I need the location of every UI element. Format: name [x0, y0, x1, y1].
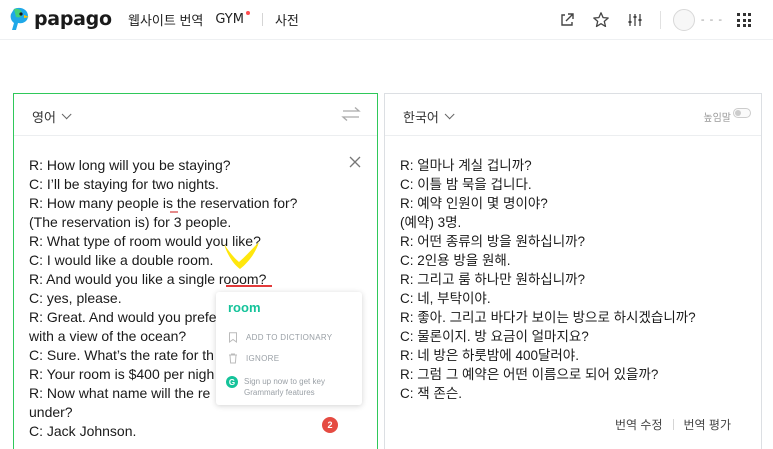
chevron-down-icon [61, 109, 72, 120]
grammarly-signup-link[interactable]: G Sign up now to get key Grammarly featu… [226, 376, 325, 398]
cursor-highlight-icon [224, 242, 259, 269]
target-line: R: 그리고 룸 하나만 원하십니까? [400, 272, 586, 287]
nav-website-translate[interactable]: 웹사이트 번역 [128, 10, 203, 29]
target-line: R: 예약 인원이 몇 명이야? [400, 196, 548, 211]
grammar-hint-underline[interactable] [170, 211, 178, 213]
avatar[interactable] [672, 9, 695, 31]
add-to-dictionary-label: ADD TO DICTIONARY [246, 333, 333, 342]
user-name[interactable]: - - - [701, 14, 723, 26]
target-panel: 한국어 높임말 R: 얼마나 계실 겁니까? C: 이틀 밤 묵을 겁니다. R… [384, 93, 762, 449]
source-line: C: I’ll be staying for two nights. [29, 176, 219, 192]
target-line: R: 네 방은 하룻밤에 400달러야. [400, 348, 579, 363]
source-line: C: I would like a double room. [29, 252, 214, 268]
chevron-down-icon [444, 109, 455, 120]
source-line: (The reservation is) for 3 people. [29, 214, 232, 230]
spelling-error-underline[interactable] [226, 285, 272, 287]
translation-actions: 번역 수정 번역 평가 [615, 416, 731, 433]
target-line: (예약) 3명. [400, 215, 462, 230]
star-icon[interactable] [590, 9, 612, 31]
ignore-label: IGNORE [246, 354, 280, 363]
grammarly-error-count-badge[interactable]: 2 [322, 417, 338, 433]
clear-text-icon[interactable] [349, 156, 361, 168]
rate-translation-button[interactable]: 번역 평가 [684, 416, 732, 433]
target-line: C: 이틀 밤 묵을 겁니다. [400, 177, 532, 192]
grammarly-suggestion[interactable]: room [228, 300, 261, 315]
apps-grid-icon[interactable] [737, 13, 751, 27]
edit-translation-button[interactable]: 번역 수정 [615, 416, 663, 433]
source-language-select[interactable]: 영어 [32, 107, 72, 126]
source-line: R: How many people is the reservation fo… [29, 195, 298, 211]
actions-divider [672, 419, 674, 430]
equalizer-icon[interactable] [624, 9, 646, 31]
source-line: under? [29, 404, 73, 420]
translation-output: R: 얼마나 계실 겁니까? C: 이틀 밤 묵을 겁니다. R: 예약 인원이… [400, 156, 696, 403]
target-language-label: 한국어 [403, 110, 439, 125]
target-line: R: 좋아. 그리고 바다가 보이는 방으로 하시겠습니까? [400, 310, 696, 325]
nav-gym[interactable]: GYM [215, 11, 250, 27]
target-panel-header: 한국어 높임말 [385, 94, 761, 136]
bookmark-icon [229, 332, 237, 343]
source-line: C: Jack Johnson. [29, 423, 137, 439]
source-line: R: What type of room would you like? [29, 233, 261, 249]
nav-dictionary[interactable]: 사전 [275, 10, 299, 29]
target-line: R: 그럼 그 예약은 어떤 이름으로 되어 있을까? [400, 367, 659, 382]
honorific-toggle[interactable] [733, 108, 751, 118]
papago-logo[interactable]: papago [10, 6, 112, 32]
target-line: R: 얼마나 계실 겁니까? [400, 158, 532, 173]
source-line-with-error: R: And would you like a single rooom? [29, 271, 267, 287]
grammarly-logo-icon: G [226, 376, 238, 388]
grammarly-signup-text: Sign up now to get key Grammarly feature… [244, 377, 325, 397]
trash-icon [229, 353, 237, 364]
target-language-select[interactable]: 한국어 [403, 107, 455, 126]
target-line: C: 잭 존슨. [400, 386, 463, 401]
logo-text: papago [34, 8, 112, 30]
top-header: papago 웹사이트 번역 GYM 사전 - - - [0, 0, 773, 40]
target-line: R: 어떤 종류의 방을 원하십니까? [400, 234, 586, 249]
honorific-label: 높임말 [703, 113, 731, 124]
source-panel-header: 영어 [14, 94, 377, 136]
main-nav: 웹사이트 번역 GYM 사전 [128, 10, 299, 29]
share-icon[interactable] [556, 9, 578, 31]
source-language-label: 영어 [32, 110, 56, 125]
ignore-button[interactable]: IGNORE [228, 353, 279, 364]
target-line: C: 물론이지. 방 요금이 얼마지요? [400, 329, 589, 344]
target-line: C: 2인용 방을 원해. [400, 253, 511, 268]
papago-logo-icon [10, 7, 29, 30]
nav-divider [261, 13, 263, 26]
nav-gym-label: GYM [215, 12, 244, 27]
target-line: C: 네, 부탁이야. [400, 291, 491, 306]
add-to-dictionary-button[interactable]: ADD TO DICTIONARY [228, 332, 332, 343]
new-dot-badge [245, 11, 250, 15]
grammarly-suggestion-popup: room ADD TO DICTIONARY IGNORE G Sign up … [216, 292, 362, 405]
header-tools: - - - [544, 8, 773, 32]
tools-divider [659, 11, 661, 29]
source-line: R: How long will you be staying? [29, 157, 231, 173]
swap-languages-icon[interactable] [341, 106, 361, 122]
